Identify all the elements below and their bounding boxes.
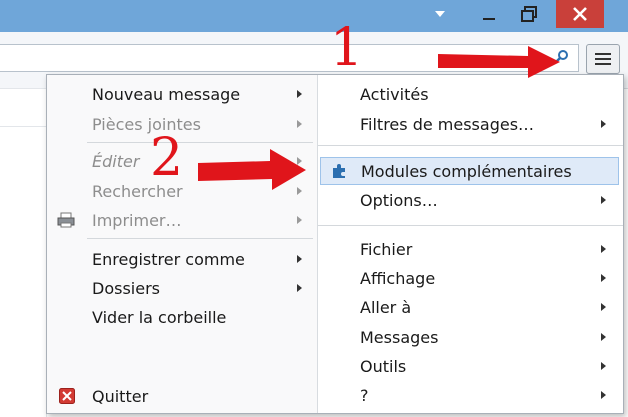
annotation-arrow-2 — [198, 149, 306, 190]
annotation-arrows — [198, 46, 560, 190]
annotation-arrow-1 — [438, 46, 560, 78]
